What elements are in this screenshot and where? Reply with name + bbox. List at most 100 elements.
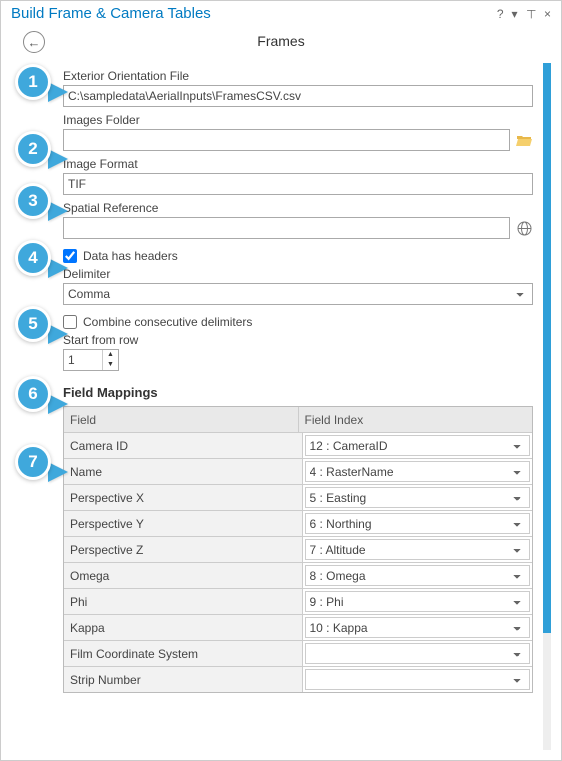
callout-number: 1	[15, 64, 51, 100]
start-row-input[interactable]	[64, 350, 102, 370]
callout-pointer-icon	[48, 324, 68, 344]
callout-number: 2	[15, 131, 51, 167]
image-format-row: Image Format	[63, 157, 533, 195]
table-row: Name4 : RasterName	[64, 459, 532, 485]
pin-icon[interactable]: ⊥	[526, 7, 536, 21]
eo-file-row: Exterior Orientation File	[63, 69, 533, 107]
callout-badge-1: 1	[15, 64, 59, 108]
field-index-select[interactable]: 7 : Altitude	[305, 539, 531, 560]
image-format-label: Image Format	[63, 157, 533, 171]
field-index-select[interactable]: 12 : CameraID	[305, 435, 531, 456]
field-index-select[interactable]: 8 : Omega	[305, 565, 531, 586]
callout-badge-2: 2	[15, 131, 59, 175]
field-index-select[interactable]	[305, 643, 531, 664]
field-name-cell: Perspective Y	[64, 511, 303, 536]
page-header: ← Frames	[1, 27, 561, 56]
callout-pointer-icon	[48, 394, 68, 414]
callout-pointer-icon	[48, 258, 68, 278]
titlebar: Build Frame & Camera Tables ? ▾ ⊥ ×	[1, 1, 561, 27]
start-row-spinner[interactable]: ▲ ▼	[63, 349, 119, 371]
field-index-select[interactable]	[305, 669, 531, 690]
images-folder-label: Images Folder	[63, 113, 533, 127]
field-index-select[interactable]: 5 : Easting	[305, 487, 531, 508]
callout-badge-6: 6	[15, 376, 59, 420]
arrow-left-icon: ←	[28, 35, 41, 50]
start-row-label: Start from row	[63, 333, 533, 347]
eo-file-input[interactable]	[63, 85, 533, 107]
options-icon[interactable]: ▾	[512, 7, 518, 21]
callout-number: 5	[15, 306, 51, 342]
spinner-down-icon[interactable]: ▼	[103, 360, 118, 370]
callout-badge-3: 3	[15, 183, 59, 227]
table-row: Phi9 : Phi	[64, 589, 532, 615]
table-row: Perspective Y6 : Northing	[64, 511, 532, 537]
field-index-cell	[303, 667, 533, 692]
spinner-up-icon[interactable]: ▲	[103, 350, 118, 360]
field-mappings-heading: Field Mappings	[63, 385, 533, 400]
form: Exterior Orientation File Images Folder …	[63, 63, 533, 750]
callout-badge-4: 4	[15, 240, 59, 284]
scrollbar-thumb[interactable]	[543, 63, 551, 633]
spatial-ref-label: Spatial Reference	[63, 201, 533, 215]
table-row: Omega8 : Omega	[64, 563, 532, 589]
col-field-header: Field	[64, 407, 299, 432]
spatial-ref-picker-button[interactable]	[516, 219, 533, 237]
table-row: Camera ID12 : CameraID	[64, 433, 532, 459]
table-row: Strip Number	[64, 667, 532, 692]
images-folder-input[interactable]	[63, 129, 510, 151]
field-index-cell	[303, 641, 533, 666]
field-index-cell: 4 : RasterName	[303, 459, 533, 484]
browse-folder-button[interactable]	[516, 131, 533, 149]
field-index-cell: 10 : Kappa	[303, 615, 533, 640]
delimiter-label: Delimiter	[63, 267, 533, 281]
field-index-select[interactable]: 4 : RasterName	[305, 461, 531, 482]
field-index-cell: 9 : Phi	[303, 589, 533, 614]
callout-pointer-icon	[48, 201, 68, 221]
field-index-select[interactable]: 6 : Northing	[305, 513, 531, 534]
field-index-select[interactable]: 9 : Phi	[305, 591, 531, 612]
callout-pointer-icon	[48, 149, 68, 169]
field-index-cell: 5 : Easting	[303, 485, 533, 510]
combine-delimiters-label: Combine consecutive delimiters	[83, 315, 252, 329]
field-name-cell: Film Coordinate System	[64, 641, 303, 666]
combine-delim-row: Combine consecutive delimiters	[63, 315, 533, 329]
globe-icon	[517, 221, 532, 236]
field-index-select[interactable]: 10 : Kappa	[305, 617, 531, 638]
start-row-row: Start from row ▲ ▼	[63, 333, 533, 371]
callout-number: 3	[15, 183, 51, 219]
field-index-cell: 7 : Altitude	[303, 537, 533, 562]
field-name-cell: Perspective Z	[64, 537, 303, 562]
page-title: Frames	[257, 33, 304, 49]
field-name-cell: Name	[64, 459, 303, 484]
callout-pointer-icon	[48, 82, 68, 102]
content: Exterior Orientation File Images Folder …	[1, 63, 561, 760]
field-mappings-table: Field Field Index Camera ID12 : CameraID…	[63, 406, 533, 693]
field-name-cell: Strip Number	[64, 667, 303, 692]
back-button[interactable]: ←	[23, 31, 45, 53]
spatial-ref-input[interactable]	[63, 217, 510, 239]
callout-number: 7	[15, 444, 51, 480]
callout-badge-5: 5	[15, 306, 59, 350]
field-name-cell: Omega	[64, 563, 303, 588]
table-row: Perspective X5 : Easting	[64, 485, 532, 511]
help-icon[interactable]: ?	[497, 7, 504, 21]
field-index-cell: 12 : CameraID	[303, 433, 533, 458]
window-title: Build Frame & Camera Tables	[11, 5, 489, 22]
callout-badge-7: 7	[15, 444, 59, 488]
close-icon[interactable]: ×	[544, 7, 551, 21]
scrollbar-track[interactable]	[543, 63, 551, 750]
field-name-cell: Phi	[64, 589, 303, 614]
field-index-cell: 6 : Northing	[303, 511, 533, 536]
field-index-cell: 8 : Omega	[303, 563, 533, 588]
field-name-cell: Camera ID	[64, 433, 303, 458]
spatial-ref-row: Spatial Reference	[63, 201, 533, 239]
images-folder-row: Images Folder	[63, 113, 533, 151]
delimiter-row: Delimiter Comma	[63, 267, 533, 305]
data-has-headers-label: Data has headers	[83, 249, 178, 263]
table-header-row: Field Field Index	[64, 407, 532, 433]
image-format-input[interactable]	[63, 173, 533, 195]
callout-number: 4	[15, 240, 51, 276]
delimiter-select[interactable]: Comma	[63, 283, 533, 305]
field-name-cell: Kappa	[64, 615, 303, 640]
col-index-header: Field Index	[299, 407, 533, 432]
